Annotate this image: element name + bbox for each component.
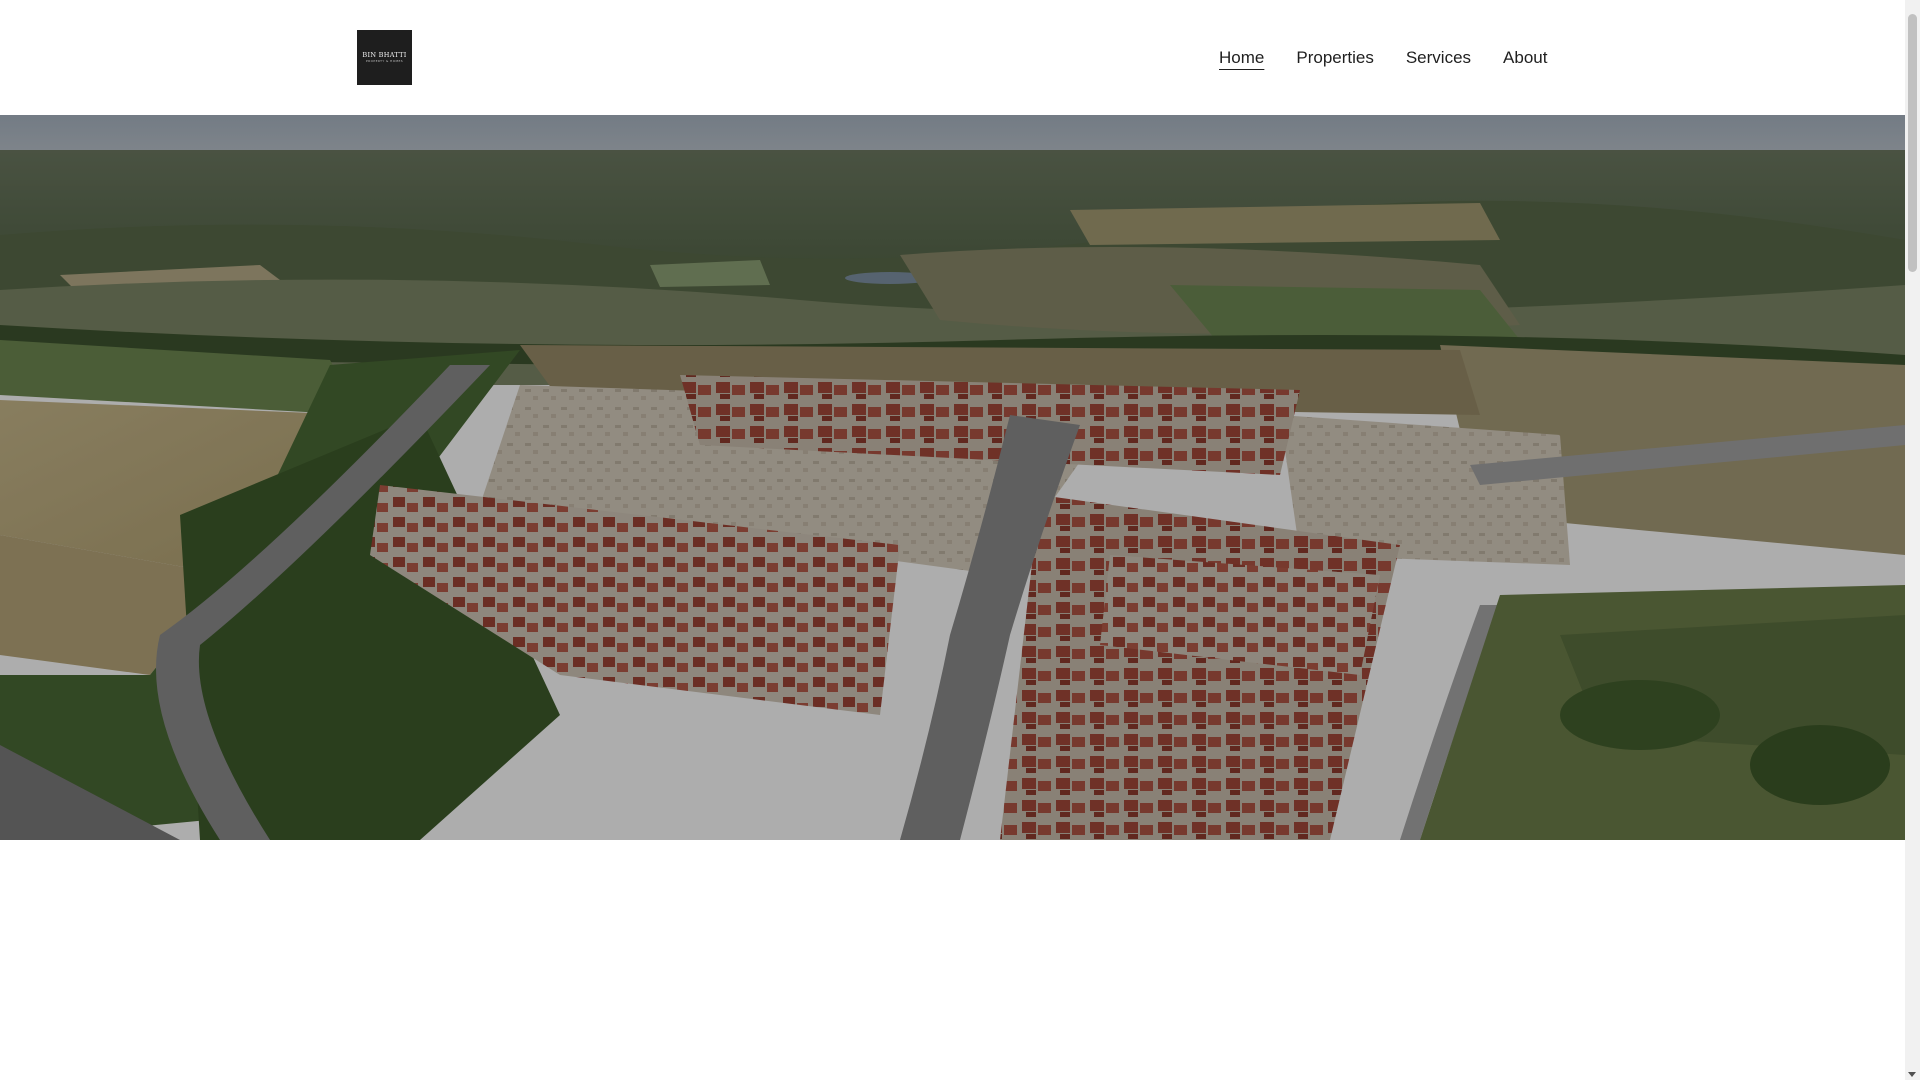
aerial-housing-development-image — [0, 115, 1905, 840]
nav-properties-link[interactable]: Properties — [1296, 46, 1373, 70]
logo-subtitle: PROPERTY & HOMES — [365, 59, 404, 64]
nav-home-link[interactable]: Home — [1219, 46, 1264, 70]
page-scrollbar[interactable] — [1905, 0, 1920, 1080]
scrollbar-thumb[interactable] — [1908, 14, 1917, 272]
logo-title: BIN BHATTI — [362, 50, 407, 59]
content-area — [0, 840, 1905, 1080]
nav-services-link[interactable]: Services — [1406, 46, 1471, 70]
main-nav: Home Properties Services About — [1219, 46, 1547, 70]
nav-about-link[interactable]: About — [1503, 46, 1547, 70]
scroll-down-arrow-icon[interactable] — [1908, 1072, 1916, 1077]
site-header: BIN BHATTI PROPERTY & HOMES Home Propert… — [0, 0, 1905, 115]
hero-banner — [0, 115, 1905, 840]
page: BIN BHATTI PROPERTY & HOMES Home Propert… — [0, 0, 1905, 1080]
logo[interactable]: BIN BHATTI PROPERTY & HOMES — [357, 30, 412, 85]
